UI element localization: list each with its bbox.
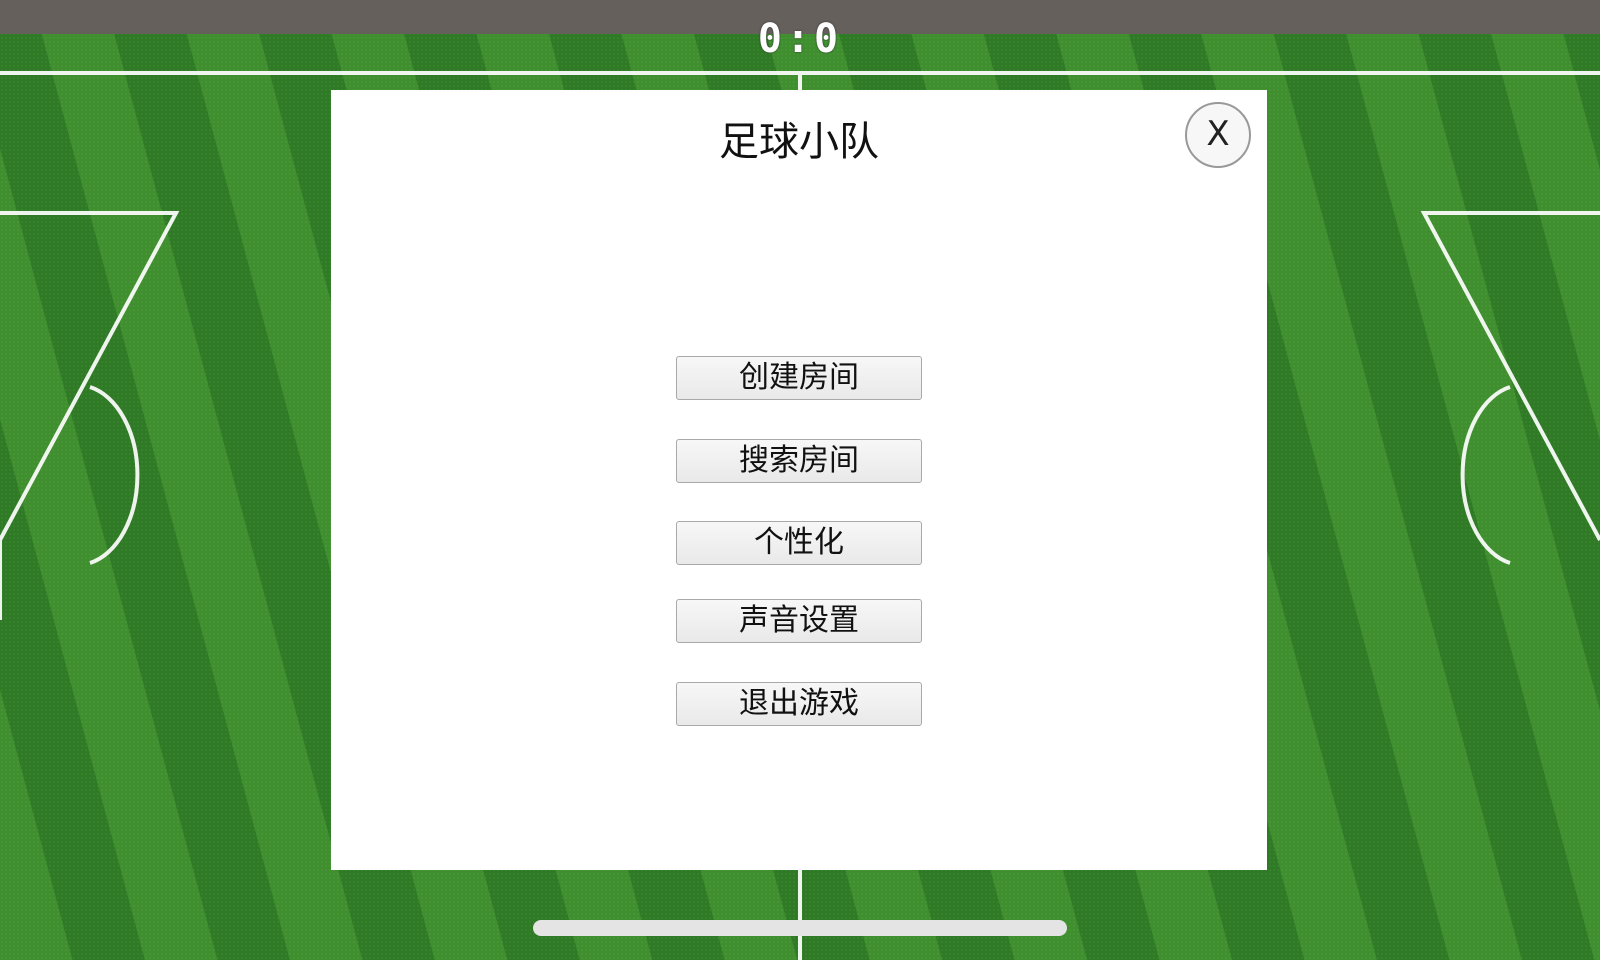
home-indicator[interactable] bbox=[533, 920, 1067, 936]
close-button[interactable]: X bbox=[1185, 102, 1251, 168]
menu-panel: 足球小队 X 创建房间 搜索房间 个性化 声音设置 退出游戏 bbox=[331, 90, 1267, 870]
create-room-button[interactable]: 创建房间 bbox=[676, 356, 922, 400]
exit-game-button[interactable]: 退出游戏 bbox=[676, 682, 922, 726]
menu-title: 足球小队 bbox=[719, 119, 879, 165]
customize-button[interactable]: 个性化 bbox=[676, 521, 922, 565]
score-display: 0:0 bbox=[757, 16, 843, 62]
search-room-button[interactable]: 搜索房间 bbox=[676, 439, 922, 483]
sound-settings-button[interactable]: 声音设置 bbox=[676, 599, 922, 643]
